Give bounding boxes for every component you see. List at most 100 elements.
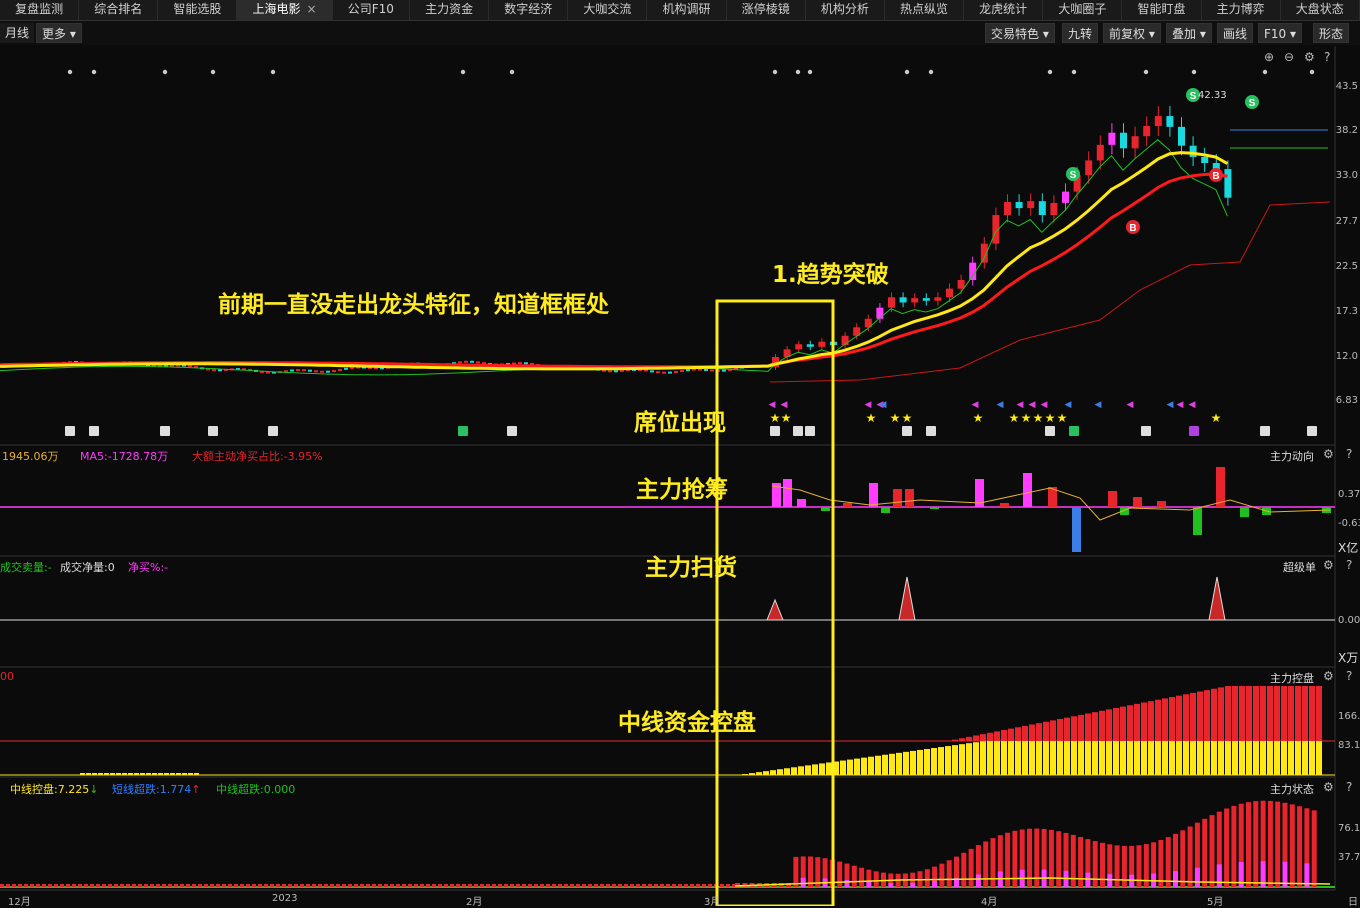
- state-bar: [672, 884, 676, 887]
- state-bar: [204, 884, 208, 887]
- control-bar-yellow: [140, 773, 145, 775]
- state-bar: [851, 865, 857, 887]
- control-bar-red: [1008, 728, 1014, 741]
- control-bar-yellow: [1267, 741, 1273, 775]
- flow-ma5: MA5:-1728.78万: [80, 450, 169, 463]
- control-bar-yellow: [931, 748, 937, 775]
- state-bar: [618, 884, 622, 887]
- flow-bar: [821, 507, 830, 511]
- state-bar: [348, 884, 352, 887]
- candle: [1166, 116, 1174, 127]
- state-mid-control: 中线控盘:7.225↓: [10, 781, 98, 797]
- state-bar: [6, 884, 10, 887]
- control-tick-2: 83.19: [1338, 740, 1360, 751]
- date-tick: 2023: [272, 893, 298, 904]
- candle: [212, 369, 216, 372]
- candle: [1038, 201, 1046, 216]
- state-bar: [1209, 815, 1215, 887]
- control-bar-red: [1071, 716, 1077, 741]
- price-tick: 6.83: [1335, 395, 1358, 406]
- state-bar: [1180, 830, 1186, 887]
- state-bar: [96, 884, 100, 887]
- control-bar-yellow: [763, 771, 769, 775]
- control-bar-yellow: [1148, 741, 1154, 775]
- signal-dot: [509, 69, 515, 75]
- state-bar: [198, 884, 202, 887]
- control-bar-yellow: [1085, 741, 1091, 775]
- control-bar-yellow: [1302, 741, 1308, 775]
- state-bar: [1311, 810, 1317, 887]
- candle: [946, 288, 953, 298]
- control-bar-red: [994, 731, 1000, 741]
- control-bar-red: [966, 736, 972, 741]
- settings-icon[interactable]: ⚙: [1323, 447, 1334, 461]
- state-bar: [240, 884, 244, 887]
- info-marker: [1307, 426, 1317, 436]
- state-bar: [30, 884, 34, 887]
- control-bar-yellow: [945, 746, 951, 775]
- state-bar: [558, 884, 562, 887]
- trade-signal-label: S: [1070, 170, 1077, 181]
- help-icon[interactable]: ?: [1346, 780, 1352, 794]
- state-bar: [1289, 804, 1295, 887]
- control-bar-yellow: [952, 745, 958, 775]
- help-icon[interactable]: ?: [1346, 447, 1352, 461]
- candle: [899, 297, 907, 303]
- candle: [524, 362, 528, 365]
- state-bar: [114, 884, 118, 887]
- state-bar: [342, 884, 346, 887]
- help-icon[interactable]: ?: [1346, 558, 1352, 572]
- control-tick-1: 166.5: [1338, 711, 1360, 722]
- control-bar-yellow: [798, 766, 804, 775]
- signal-dot: [1071, 69, 1077, 75]
- state-bar: [666, 884, 670, 887]
- control-bar-yellow: [1001, 741, 1007, 775]
- flag-marker: ◀: [865, 400, 872, 410]
- control-bar-yellow: [1232, 741, 1238, 775]
- star-marker: ★: [1045, 411, 1056, 425]
- state-short-oversold-text: 短线超跌:1.774: [112, 783, 192, 796]
- control-bar-yellow: [1239, 741, 1245, 775]
- control-bar-yellow: [1099, 741, 1105, 775]
- flag-marker: ◀: [1017, 400, 1024, 410]
- flow-bar: [1133, 497, 1142, 507]
- state-bar: [636, 884, 640, 887]
- zoom-in-icon[interactable]: ⊕: [1264, 50, 1274, 64]
- control-bar-yellow: [1183, 741, 1189, 775]
- state-bar: [102, 884, 106, 887]
- info-marker: [926, 426, 936, 436]
- settings-icon[interactable]: ⚙: [1304, 50, 1315, 64]
- control-bar-yellow: [840, 760, 846, 775]
- state-bar: [1231, 805, 1237, 887]
- control-bar-yellow: [924, 748, 930, 775]
- state-title: 主力状态: [1270, 783, 1314, 796]
- zoom-out-icon[interactable]: ⊖: [1284, 50, 1294, 64]
- state-bar-magenta: [888, 882, 894, 887]
- settings-icon[interactable]: ⚙: [1323, 558, 1334, 572]
- state-bar-magenta: [975, 874, 981, 887]
- state-bar: [570, 884, 574, 887]
- state-bar: [588, 884, 592, 887]
- state-bar: [1187, 826, 1193, 887]
- state-bar: [258, 884, 262, 887]
- control-title: 主力控盘: [1270, 672, 1314, 685]
- candle: [1015, 202, 1023, 209]
- signal-dot: [1309, 69, 1315, 75]
- help-icon[interactable]: ?: [1346, 669, 1352, 683]
- control-bar-red: [1183, 694, 1189, 741]
- candle: [1004, 202, 1011, 216]
- state-bar: [180, 884, 184, 887]
- candle: [722, 369, 726, 372]
- control-bar-red: [1155, 699, 1161, 741]
- info-marker: [160, 426, 170, 436]
- candle: [806, 344, 814, 347]
- settings-icon[interactable]: ⚙: [1323, 669, 1334, 683]
- state-bar: [546, 884, 550, 887]
- control-bar-red: [1211, 688, 1217, 741]
- help-icon[interactable]: ?: [1324, 50, 1330, 64]
- candle: [1050, 202, 1058, 216]
- star-marker: ★: [1009, 411, 1020, 425]
- settings-icon[interactable]: ⚙: [1323, 780, 1334, 794]
- state-bar: [678, 884, 682, 887]
- state-bar: [354, 884, 358, 887]
